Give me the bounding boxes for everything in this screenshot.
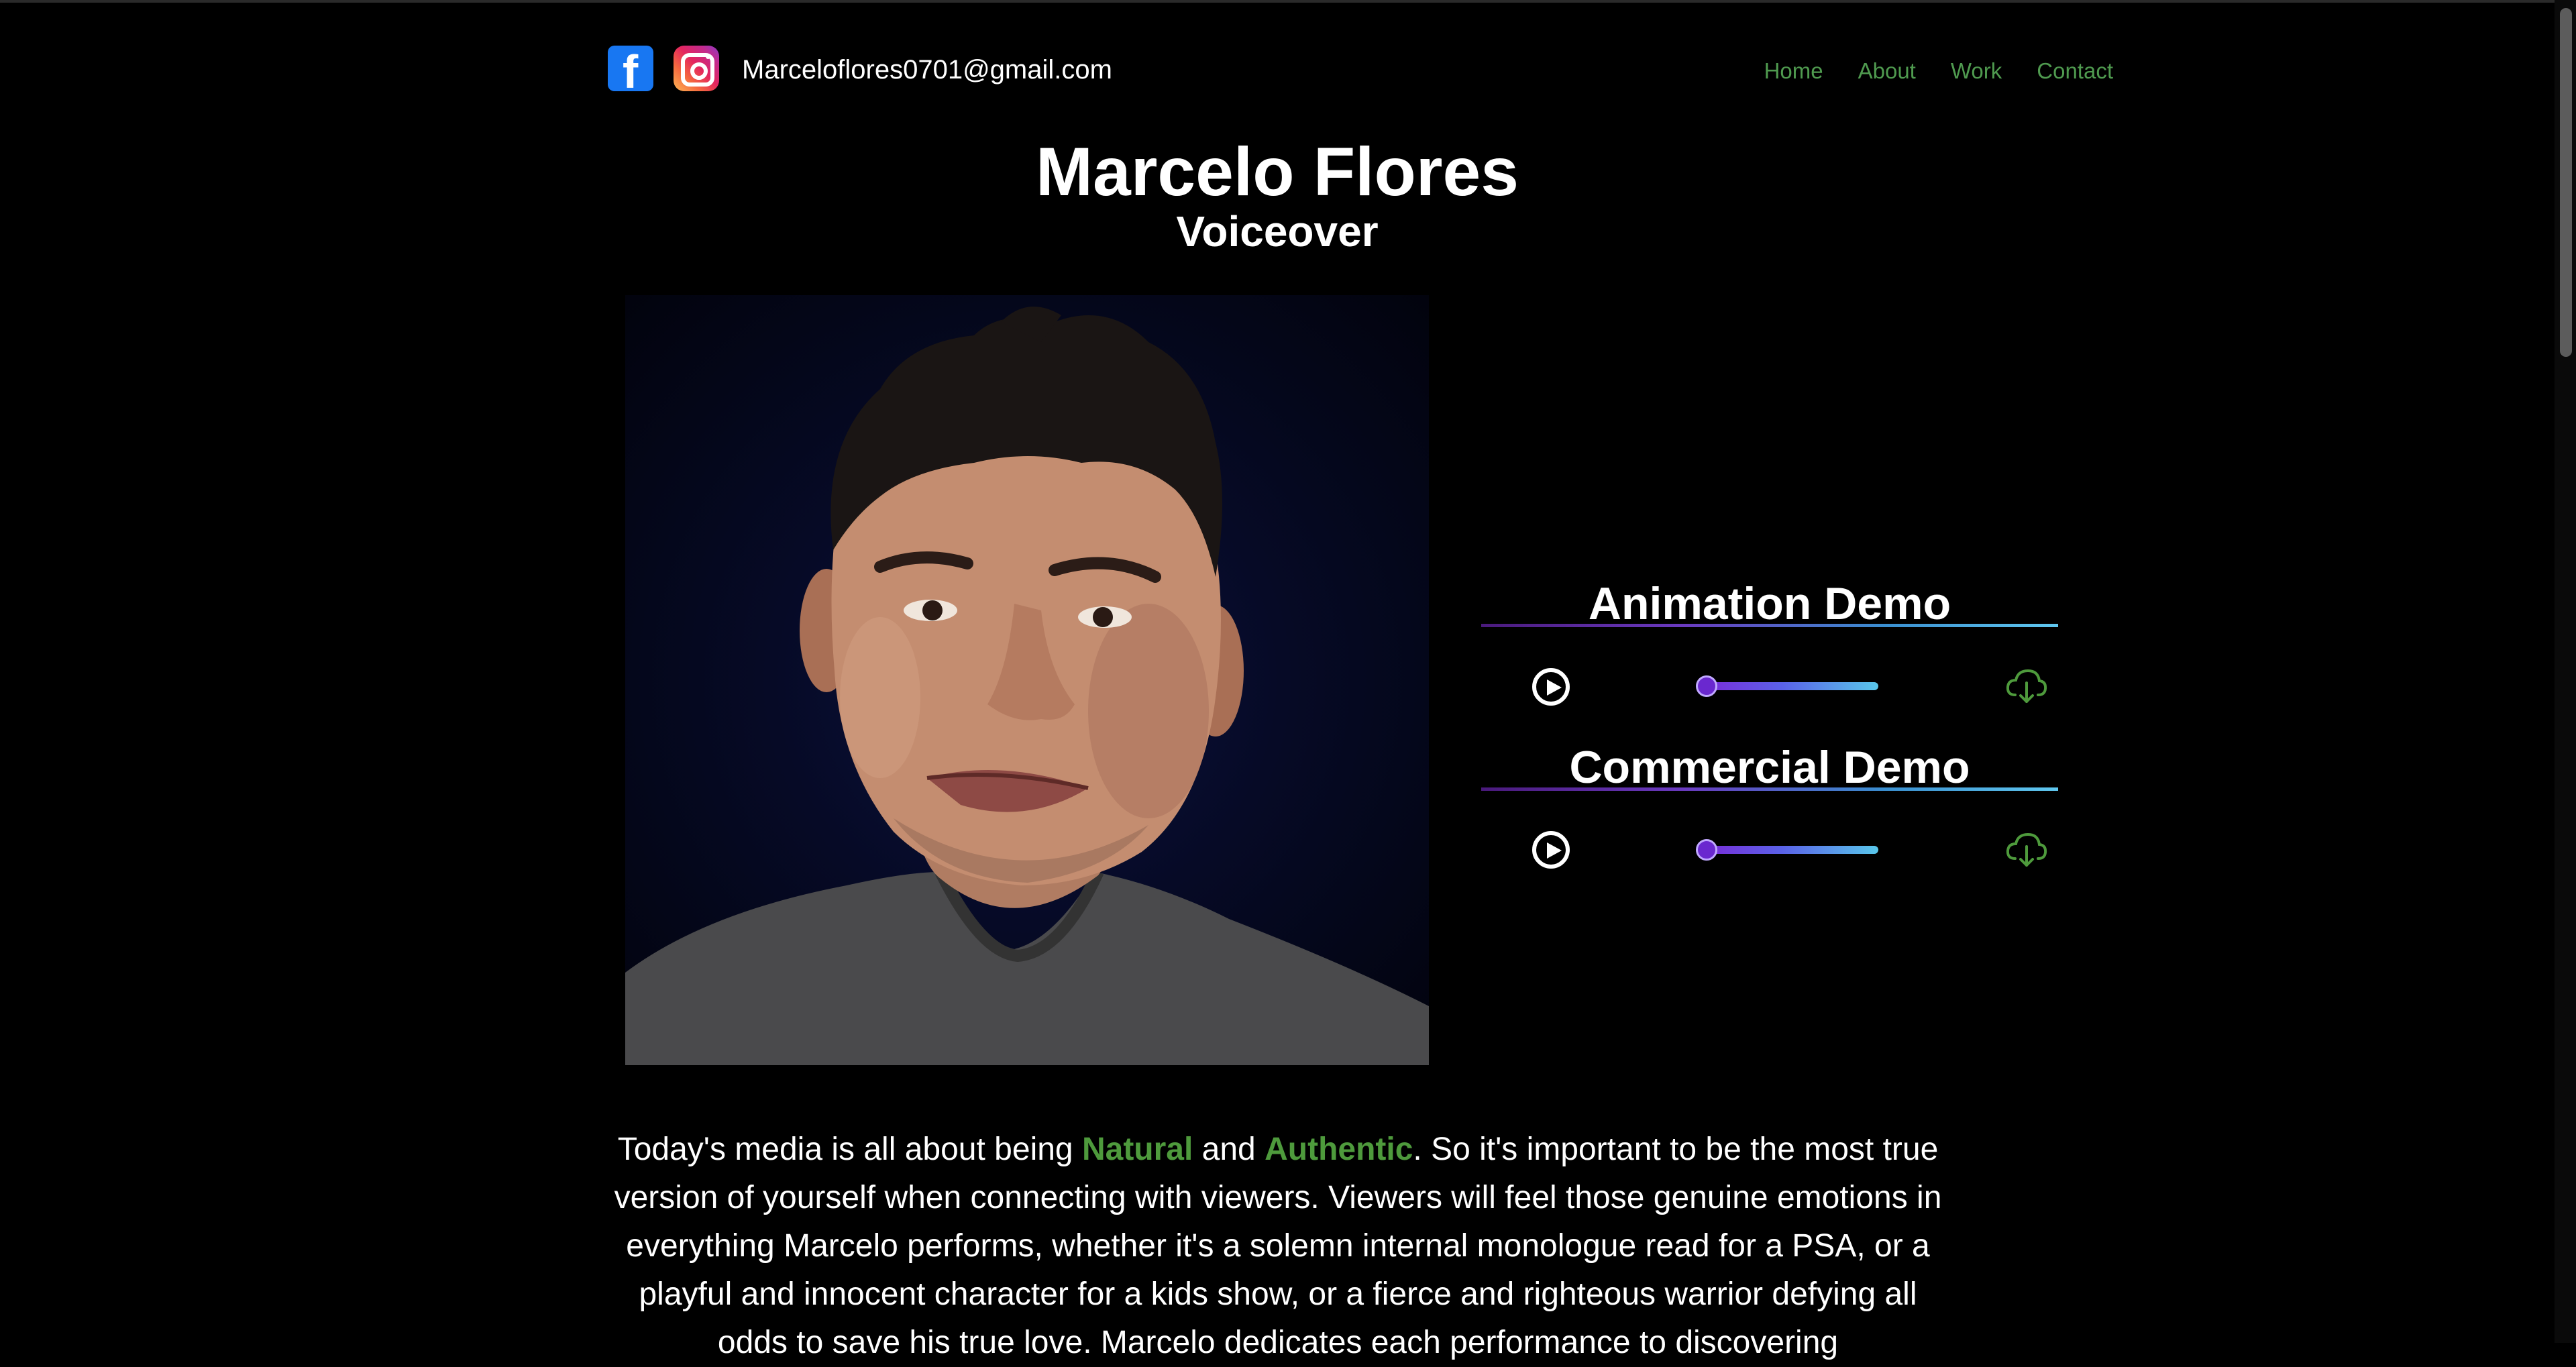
commercial-demo-divider — [1481, 787, 2058, 791]
page-title: Marcelo Flores — [1036, 133, 1519, 210]
animation-play-button[interactable] — [1532, 668, 1570, 706]
nav-about[interactable]: About — [1858, 58, 1916, 85]
bio-highlight-natural: Natural — [1081, 1132, 1193, 1167]
commercial-demo-title: Commercial Demo — [1569, 742, 1970, 793]
commercial-progress-handle[interactable] — [1696, 839, 1717, 861]
animation-download-icon[interactable] — [2006, 668, 2047, 704]
commercial-play-button[interactable] — [1532, 831, 1570, 869]
commercial-progress-slider[interactable] — [1696, 839, 1878, 861]
scrollbar-thumb[interactable] — [2560, 8, 2572, 357]
page-scrollbar[interactable] — [2555, 0, 2576, 1343]
bio-text-2: and — [1193, 1132, 1265, 1167]
animation-demo-divider — [1481, 624, 2058, 627]
bio-highlight-authentic: Authentic — [1265, 1132, 1413, 1167]
facebook-icon[interactable]: f — [608, 46, 653, 95]
commercial-download-icon[interactable] — [2006, 832, 2047, 868]
contact-email[interactable]: Marceloflores0701@gmail.com — [742, 54, 1112, 86]
facebook-glyph: f — [623, 46, 639, 98]
bio-paragraph: Today's media is all about being Natural… — [604, 1126, 1952, 1367]
instagram-icon[interactable] — [674, 46, 719, 91]
bio-text-1: Today's media is all about being — [617, 1132, 1082, 1167]
instagram-dot — [706, 54, 710, 59]
portrait-photo — [625, 295, 1429, 1065]
animation-progress-handle[interactable] — [1696, 675, 1717, 697]
page: f Marceloflores0701@gmail.com Home About… — [0, 0, 2555, 1360]
nav-work[interactable]: Work — [1951, 58, 2002, 85]
animation-demo-title: Animation Demo — [1588, 578, 1951, 629]
page-subtitle: Voiceover — [1176, 207, 1379, 256]
animation-progress-slider[interactable] — [1696, 675, 1878, 697]
nav-contact[interactable]: Contact — [2037, 58, 2113, 85]
main-nav: Home About Work Contact — [1729, 58, 2113, 85]
nav-home[interactable]: Home — [1764, 58, 1823, 85]
portrait-illustration — [625, 307, 1429, 1065]
